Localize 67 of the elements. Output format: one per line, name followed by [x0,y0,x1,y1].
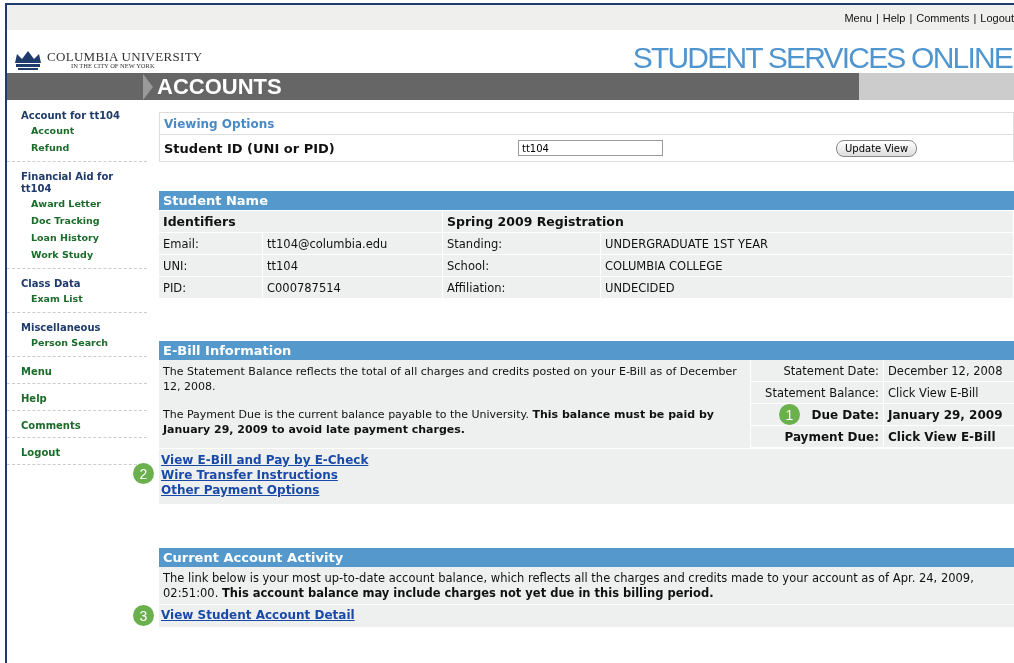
link[interactable]: Wire Transfer Instructions [161,468,338,483]
student-id-field[interactable]: tt104 [518,140,663,156]
section-header: Student Name [159,191,1014,210]
table-heading: Identifiers [159,211,443,232]
paragraph: The link below is your most up-to-date account balance, which reflects all the charges and credits made to your account as of Apr. 24, 2009, 02:51:00. This account balance may include charges not yet due in this billing period. [159,567,1014,605]
section-title: ACCOUNTS [157,73,282,100]
sidebar-item[interactable]: Work Study [21,246,147,263]
table-cell: PID: [159,277,263,298]
section-header: E-Bill Information [159,341,1014,360]
fact-value: Click View E-Bill [887,384,979,402]
table-heading: Spring 2009 Registration [443,211,1014,232]
university-name: COLUMBIA UNIVERSITY [47,50,203,64]
fact-label: Statement Date: [751,360,884,381]
table-cell: tt104@columbia.edu [263,233,443,254]
link[interactable]: View Student Account Detail [161,608,355,623]
panel-title: Viewing Options [160,113,1013,135]
sidebar-heading[interactable]: Logout [21,447,147,459]
section-header: Current Account Activity [159,548,1014,567]
site-title: STUDENT SERVICES ONLINE [632,43,1012,73]
callout-badge: 1 [779,404,800,425]
crown-icon [13,49,43,71]
fact-label: Statement Balance: [751,382,884,403]
table-cell: Affiliation: [443,277,601,298]
top-link[interactable]: Logout [980,11,1014,24]
sidebar-item[interactable]: Refund [21,139,147,156]
triangle-icon [143,73,153,100]
table-cell: UNDECIDED [601,277,1014,298]
link[interactable]: View E-Bill and Pay by E-Check [161,453,369,468]
sidebar-heading[interactable]: Account for tt104 [21,110,147,122]
sidebar-item[interactable]: Exam List [21,290,147,307]
callout-badge: 3 [133,605,154,626]
sidebar-heading[interactable]: Help [21,393,147,405]
top-link[interactable]: Comments [916,11,970,24]
sidebar-item[interactable]: Account [21,122,147,139]
fact-value: Click View E-Bill [887,428,996,446]
update-view-button[interactable]: Update View [836,139,918,157]
separator: | [909,11,913,24]
sidebar-heading[interactable]: Class Data [21,278,147,290]
link[interactable]: Other Payment Options [161,483,320,498]
paragraph: The Statement Balance reflects the total of all charges and credits posted on your E-Bill as of December 12, 2008. [163,364,738,394]
table-cell: Standing: [443,233,601,254]
table-cell: C000787514 [263,277,443,298]
sidebar-item[interactable]: Person Search [21,334,147,351]
fact-value: January 29, 2009 [886,406,1003,424]
callout-badge: 2 [133,463,154,484]
table-cell: COLUMBIA COLLEGE [601,255,1014,276]
table-cell: UNI: [159,255,263,276]
top-link[interactable]: Help [882,11,906,24]
sidebar-item[interactable]: Loan History [21,229,147,246]
table-cell: tt104 [263,255,443,276]
sidebar-item[interactable]: Award Letter [21,195,147,212]
sidebar-heading[interactable]: Miscellaneous [21,322,147,334]
fact-value: December 12, 2008 [887,362,1003,380]
sidebar-heading[interactable]: Financial Aid for tt104 [21,171,147,195]
top-link[interactable]: Menu [844,11,872,24]
separator: | [973,11,977,24]
table-cell: Email: [159,233,263,254]
fact-label: Payment Due: [751,426,884,447]
fact-label: 1 Due Date: [751,404,884,425]
sidebar-heading[interactable]: Comments [21,420,147,432]
separator: | [875,11,879,24]
field-label: Student ID (UNI or PID) [164,140,336,156]
table-cell: School: [443,255,601,276]
sidebar-heading[interactable]: Menu [21,366,147,378]
sidebar-item[interactable]: Doc Tracking [21,212,147,229]
paragraph: The Payment Due is the current balance payable to the University. This balance must be paid by January 29, 2009 to avoid late payment charges. [163,407,715,437]
table-cell: UNDERGRADUATE 1ST YEAR [601,233,1014,254]
